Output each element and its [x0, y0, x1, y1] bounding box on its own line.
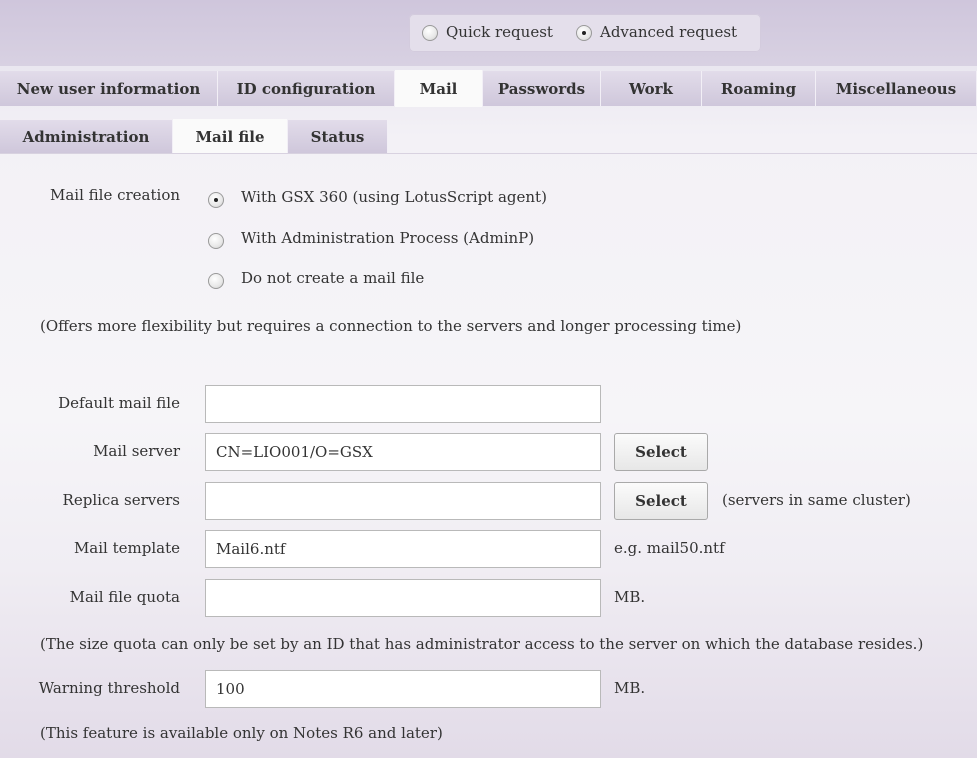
mail-server-select-button[interactable]: Select	[614, 433, 708, 471]
tab-divider	[0, 153, 977, 154]
quick-request-label[interactable]: Quick request	[446, 23, 553, 41]
gsx360-radio[interactable]	[208, 192, 224, 208]
subtab-mail-file[interactable]: Mail file	[173, 119, 288, 154]
mail-server-label: Mail server	[93, 442, 180, 460]
tab-mail[interactable]: Mail	[395, 70, 483, 107]
mail-server-input[interactable]: CN=LIO001/O=GSX	[205, 433, 601, 471]
warning-threshold-label: Warning threshold	[38, 679, 180, 697]
advanced-request-radio[interactable]	[576, 25, 592, 41]
quota-note: (The size quota can only be set by an ID…	[40, 635, 924, 653]
gsx360-label[interactable]: With GSX 360 (using LotusScript agent)	[241, 188, 547, 206]
warning-threshold-input[interactable]: 100	[205, 670, 601, 708]
no-mail-file-radio[interactable]	[208, 273, 224, 289]
replica-servers-label: Replica servers	[62, 491, 180, 509]
tab-new-user-information[interactable]: New user information	[0, 71, 218, 106]
tab-id-configuration[interactable]: ID configuration	[218, 71, 395, 106]
request-mode-bar: Quick request Advanced request	[0, 0, 977, 66]
mail-file-quota-label: Mail file quota	[69, 588, 180, 606]
tab-work[interactable]: Work	[601, 71, 702, 106]
main-tab-bar: New user information ID configuration Ma…	[0, 70, 977, 108]
mail-template-label: Mail template	[73, 539, 180, 557]
adminp-label[interactable]: With Administration Process (AdminP)	[241, 229, 534, 247]
quick-request-radio[interactable]	[422, 25, 438, 41]
request-mode-selector: Quick request Advanced request	[409, 14, 761, 52]
replica-servers-hint: (servers in same cluster)	[722, 491, 911, 509]
default-mail-file-label: Default mail file	[58, 394, 180, 412]
adminp-radio[interactable]	[208, 233, 224, 249]
warning-threshold-unit: MB.	[614, 679, 646, 697]
default-mail-file-input[interactable]	[205, 385, 601, 423]
replica-servers-select-button[interactable]: Select	[614, 482, 708, 520]
replica-servers-input[interactable]	[205, 482, 601, 520]
mail-template-hint: e.g. mail50.ntf	[614, 539, 725, 557]
mail-file-creation-note: (Offers more flexibility but requires a …	[40, 317, 742, 335]
tab-roaming[interactable]: Roaming	[702, 71, 816, 106]
subtab-status[interactable]: Status	[288, 120, 388, 153]
mail-template-input[interactable]: Mail6.ntf	[205, 530, 601, 568]
mail-file-quota-input[interactable]	[205, 579, 601, 617]
threshold-note: (This feature is available only on Notes…	[40, 724, 443, 742]
mail-file-creation-label: Mail file creation	[50, 186, 181, 204]
sub-tab-bar: Administration Mail file Status	[0, 119, 977, 154]
mail-file-quota-unit: MB.	[614, 588, 646, 606]
advanced-request-label[interactable]: Advanced request	[600, 23, 737, 41]
tab-miscellaneous[interactable]: Miscellaneous	[816, 71, 977, 106]
subtab-administration[interactable]: Administration	[0, 120, 173, 153]
no-mail-file-label[interactable]: Do not create a mail file	[241, 269, 424, 287]
tab-passwords[interactable]: Passwords	[483, 71, 601, 106]
